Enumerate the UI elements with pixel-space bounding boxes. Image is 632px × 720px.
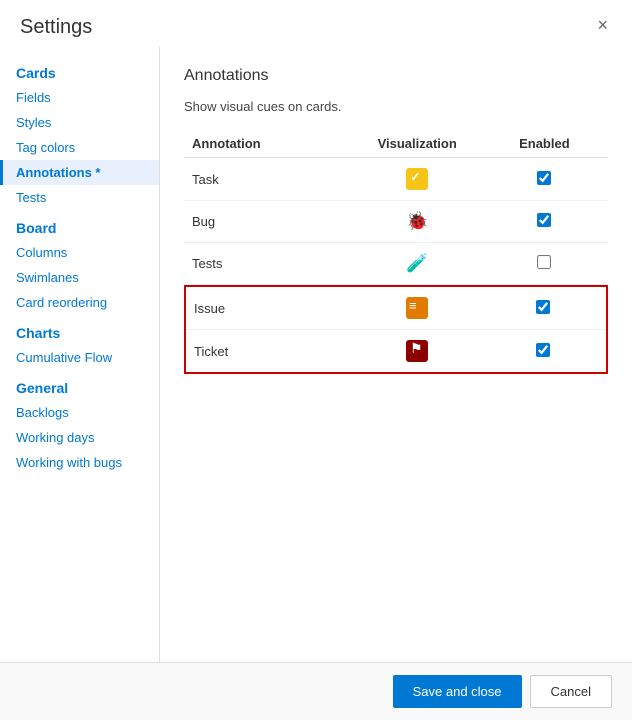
dialog-title: Settings [20, 16, 92, 39]
checkbox-tests[interactable] [537, 255, 551, 269]
cancel-button[interactable]: Cancel [530, 675, 612, 708]
enabled-issue [480, 287, 606, 330]
ticket-icon: ⚑ [406, 340, 428, 362]
issue-icon: ≡ [406, 297, 428, 319]
enabled-task [481, 158, 608, 201]
section-title: Annotations [184, 67, 608, 85]
checkbox-bug[interactable] [537, 213, 551, 227]
annotation-label-task: Task [184, 158, 354, 201]
table-row-task: Task ✓ [184, 158, 608, 201]
save-close-button[interactable]: Save and close [393, 675, 522, 708]
main-content: Annotations Show visual cues on cards. A… [160, 47, 632, 662]
dialog-body: Cards Fields Styles Tag colors Annotatio… [0, 47, 632, 662]
table-row-ticket: Ticket ⚑ [186, 330, 606, 373]
close-button[interactable]: × [593, 16, 612, 34]
sidebar-item-backlogs[interactable]: Backlogs [0, 400, 159, 425]
col-header-annotation: Annotation [184, 130, 354, 158]
sidebar-item-card-reordering[interactable]: Card reordering [0, 290, 159, 315]
enabled-tests [481, 243, 608, 285]
sidebar-section-board: Board [0, 210, 159, 240]
sidebar-section-charts: Charts [0, 315, 159, 345]
sidebar-item-styles[interactable]: Styles [0, 110, 159, 135]
annotation-label-tests: Tests [184, 243, 354, 285]
sidebar-item-fields[interactable]: Fields [0, 85, 159, 110]
section-subtitle: Show visual cues on cards. [184, 99, 608, 114]
sidebar-item-working-days[interactable]: Working days [0, 425, 159, 450]
sidebar-section-cards: Cards [0, 55, 159, 85]
enabled-bug [481, 201, 608, 243]
annotation-label-bug: Bug [184, 201, 354, 243]
highlighted-table: Issue ≡ Ticket [186, 287, 606, 372]
sidebar-item-tests[interactable]: Tests [0, 185, 159, 210]
sidebar: Cards Fields Styles Tag colors Annotatio… [0, 47, 160, 662]
checkbox-task[interactable] [537, 171, 551, 185]
dialog-header: Settings × [0, 0, 632, 47]
tests-icon: 🧪 [406, 253, 428, 274]
visualization-issue: ≡ [354, 287, 480, 330]
task-icon: ✓ [406, 168, 428, 190]
col-header-visualization: Visualization [354, 130, 481, 158]
table-row-tests: Tests 🧪 [184, 243, 608, 285]
enabled-ticket [480, 330, 606, 373]
annotations-table: Annotation Visualization Enabled Task ✓ [184, 130, 608, 285]
table-row-issue: Issue ≡ [186, 287, 606, 330]
annotation-label-issue: Issue [186, 287, 354, 330]
annotation-label-ticket: Ticket [186, 330, 354, 373]
sidebar-item-tag-colors[interactable]: Tag colors [0, 135, 159, 160]
checkbox-ticket[interactable] [536, 343, 550, 357]
table-row-bug: Bug 🐞 [184, 201, 608, 243]
sidebar-item-annotations[interactable]: Annotations * [0, 160, 159, 185]
visualization-tests: 🧪 [354, 243, 481, 285]
table-header-row: Annotation Visualization Enabled [184, 130, 608, 158]
sidebar-item-working-with-bugs[interactable]: Working with bugs [0, 450, 159, 475]
dialog-footer: Save and close Cancel [0, 662, 632, 720]
visualization-ticket: ⚑ [354, 330, 480, 373]
visualization-task: ✓ [354, 158, 481, 201]
sidebar-item-swimlanes[interactable]: Swimlanes [0, 265, 159, 290]
sidebar-item-columns[interactable]: Columns [0, 240, 159, 265]
visualization-bug: 🐞 [354, 201, 481, 243]
bug-icon: 🐞 [406, 211, 428, 232]
settings-dialog: Settings × Cards Fields Styles Tag color… [0, 0, 632, 720]
col-header-enabled: Enabled [481, 130, 608, 158]
sidebar-item-cumulative-flow[interactable]: Cumulative Flow [0, 345, 159, 370]
highlighted-annotations-group: Issue ≡ Ticket [184, 285, 608, 374]
sidebar-section-general: General [0, 370, 159, 400]
checkbox-issue[interactable] [536, 300, 550, 314]
